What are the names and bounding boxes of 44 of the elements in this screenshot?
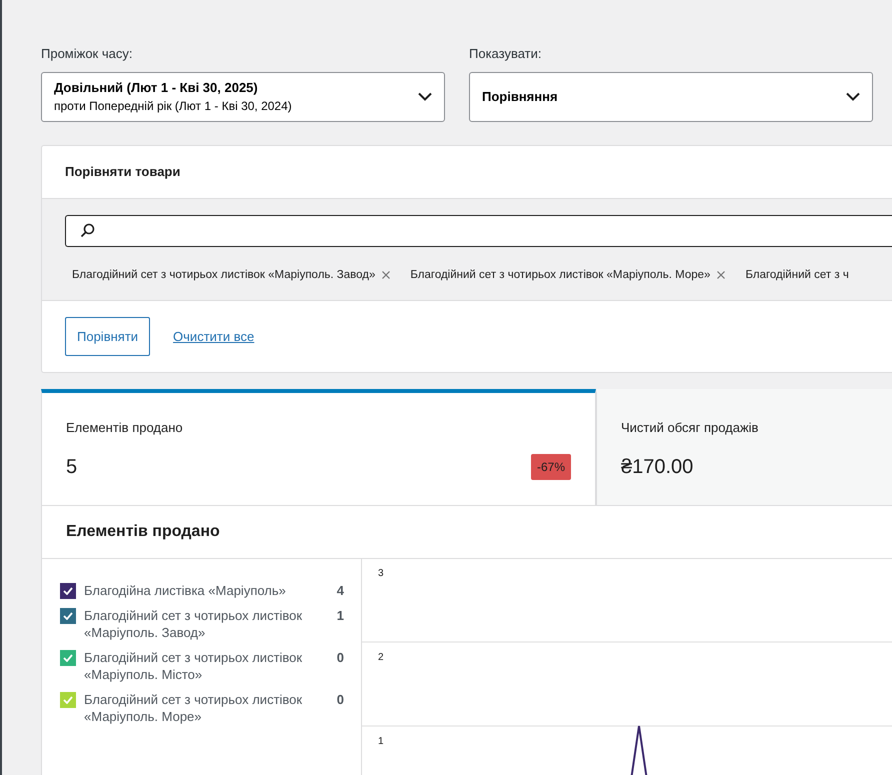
dropdown[interactable]: Довільний (Лют 1 - Кві 30, 2025) проти Попередній рік (Лют 1 - Кві 30, 2024): [41, 72, 445, 122]
search-icon: [80, 223, 95, 238]
caret-icon: [418, 92, 432, 101]
stat-label: Чистий обсяг продажів: [621, 419, 760, 438]
product-chip-label: Благодійний сет з ч: [745, 268, 849, 282]
clear-all-link[interactable]: Очистити все: [173, 326, 254, 346]
checkmark-icon: [63, 696, 73, 704]
product-chip-label: Благодійний сет з чотирьох листівок «Маріуполь. Завод»: [72, 268, 376, 282]
product-chip-label: Благодійний сет з чотирьох листівок «Маріуполь. Море»: [410, 268, 710, 282]
chart-title: Елементів продано: [66, 522, 220, 542]
dropdown[interactable]: Порівняння: [469, 72, 873, 122]
legend-value: 0: [336, 691, 344, 708]
stat-label: Елементів продано: [66, 419, 184, 438]
axis-tick-label: 1: [378, 735, 384, 750]
change-badge: -67%: [530, 454, 571, 480]
axis-tick-label: 2: [378, 651, 384, 666]
legend-label: Благодійний сет з чотирьох листівок «Маріуполь. Море»: [84, 691, 304, 726]
checkmark-icon: [63, 654, 73, 662]
legend-label: Благодійний сет з чотирьох листівок «Маріуполь. Місто»: [84, 649, 304, 684]
caret-icon: [846, 92, 860, 101]
legend-label: Благодійна листівка «Маріуполь»: [84, 582, 287, 600]
legend-value: 1: [336, 607, 344, 624]
axis-tick-label: 3: [378, 567, 384, 582]
stat-card[interactable]: Чистий обсяг продажів ₴170.00: [596, 389, 892, 506]
checkmark-icon: [63, 587, 73, 596]
legend-value: 0: [336, 649, 344, 666]
close-icon[interactable]: [717, 271, 726, 280]
checkmark-icon: [63, 612, 73, 620]
search-field[interactable]: [65, 214, 892, 246]
field-label: Проміжок часу:: [41, 45, 134, 63]
chart-line-drawing: [628, 725, 650, 775]
legend-value: 4: [336, 582, 344, 600]
field-label: Показувати:: [469, 45, 542, 63]
legend-checkbox[interactable]: [60, 692, 76, 708]
legend-checkbox[interactable]: [60, 608, 76, 624]
legend-label: Благодійний сет з чотирьох листівок «Маріуполь. Завод»: [84, 607, 304, 642]
close-icon[interactable]: [382, 271, 390, 280]
stat-card[interactable]: Елементів продано 5 -67%: [41, 389, 596, 506]
legend-checkbox[interactable]: [60, 650, 76, 666]
card-title: Порівняти товари: [65, 162, 180, 181]
stat-value: 5: [66, 454, 78, 480]
legend-checkbox[interactable]: [60, 583, 76, 600]
stat-value: ₴170.00: [621, 454, 694, 480]
compare-button[interactable]: Порівняти: [65, 316, 150, 356]
